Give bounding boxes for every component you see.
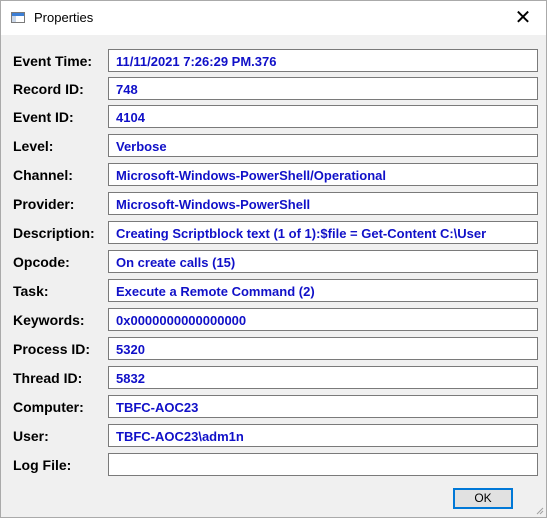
field-value-opcode[interactable]: On create calls (15) xyxy=(108,250,538,273)
field-row-provider: Provider: Microsoft-Windows-PowerShell xyxy=(1,190,546,218)
field-value-record-id[interactable]: 748 xyxy=(108,77,538,100)
ok-button[interactable]: OK xyxy=(453,488,513,509)
field-label-process-id: Process ID: xyxy=(13,341,91,357)
field-value-process-id[interactable]: 5320 xyxy=(108,337,538,360)
field-row-record-id: Record ID: 748 xyxy=(1,75,546,103)
field-row-event-time: Event Time: 11/11/2021 7:26:29 PM.376 xyxy=(1,47,546,75)
resize-grip-icon[interactable] xyxy=(534,505,544,515)
field-value-computer[interactable]: TBFC-AOC23 xyxy=(108,395,538,418)
field-value-event-time[interactable]: 11/11/2021 7:26:29 PM.376 xyxy=(108,49,538,72)
field-row-process-id: Process ID: 5320 xyxy=(1,335,546,363)
field-value-keywords[interactable]: 0x0000000000000000 xyxy=(108,308,538,331)
field-label-user: User: xyxy=(13,428,49,444)
field-row-thread-id: Thread ID: 5832 xyxy=(1,364,546,392)
field-value-description[interactable]: Creating Scriptblock text (1 of 1):$file… xyxy=(108,221,538,244)
field-row-channel: Channel: Microsoft-Windows-PowerShell/Op… xyxy=(1,161,546,189)
field-label-event-time: Event Time: xyxy=(13,53,93,69)
field-row-event-id: Event ID: 4104 xyxy=(1,103,546,131)
field-label-channel: Channel: xyxy=(13,167,73,183)
field-row-description: Description: Creating Scriptblock text (… xyxy=(1,219,546,247)
field-label-computer: Computer: xyxy=(13,399,84,415)
properties-dialog: Properties ✕ Event Time: 11/11/2021 7:26… xyxy=(0,0,547,518)
title-bar[interactable]: Properties ✕ xyxy=(1,1,546,35)
field-label-opcode: Opcode: xyxy=(13,254,70,270)
field-value-channel[interactable]: Microsoft-Windows-PowerShell/Operational xyxy=(108,163,538,186)
field-label-description: Description: xyxy=(13,225,95,241)
field-label-provider: Provider: xyxy=(13,196,75,212)
close-button[interactable]: ✕ xyxy=(500,1,546,35)
field-label-thread-id: Thread ID: xyxy=(13,370,83,386)
field-value-log-file[interactable] xyxy=(108,453,538,476)
field-value-event-id[interactable]: 4104 xyxy=(108,105,538,128)
field-label-keywords: Keywords: xyxy=(13,312,85,328)
field-row-keywords: Keywords: 0x0000000000000000 xyxy=(1,306,546,334)
field-label-event-id: Event ID: xyxy=(13,109,74,125)
field-row-level: Level: Verbose xyxy=(1,132,546,160)
field-row-computer: Computer: TBFC-AOC23 xyxy=(1,393,546,421)
window-title: Properties xyxy=(34,10,94,25)
field-label-log-file: Log File: xyxy=(13,457,72,473)
field-row-log-file: Log File: xyxy=(1,451,546,479)
field-value-provider[interactable]: Microsoft-Windows-PowerShell xyxy=(108,192,538,215)
field-value-task[interactable]: Execute a Remote Command (2) xyxy=(108,279,538,302)
field-row-opcode: Opcode: On create calls (15) xyxy=(1,248,546,276)
window-icon xyxy=(11,12,25,23)
field-row-task: Task: Execute a Remote Command (2) xyxy=(1,277,546,305)
field-value-user[interactable]: TBFC-AOC23\adm1n xyxy=(108,424,538,447)
field-value-level[interactable]: Verbose xyxy=(108,134,538,157)
field-label-level: Level: xyxy=(13,138,54,154)
field-label-record-id: Record ID: xyxy=(13,81,84,97)
field-value-thread-id[interactable]: 5832 xyxy=(108,366,538,389)
field-label-task: Task: xyxy=(13,283,49,299)
field-row-user: User: TBFC-AOC23\adm1n xyxy=(1,422,546,450)
